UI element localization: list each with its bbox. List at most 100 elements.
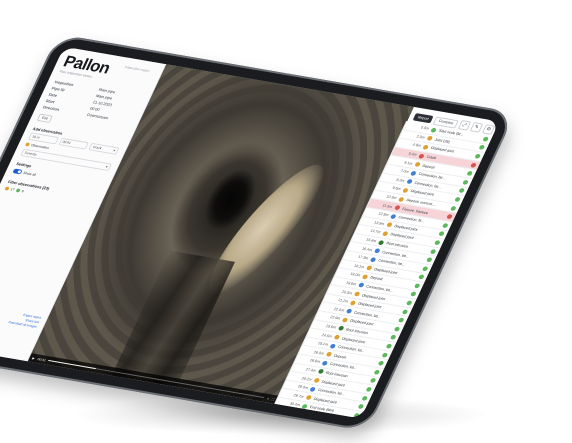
- volume-icon[interactable]: ◖: [266, 396, 270, 400]
- time-value: 00:41: [61, 139, 72, 145]
- chevron-down-icon: ▾: [104, 164, 109, 169]
- observation-distance: 17.3m: [357, 255, 369, 261]
- observation-status-icon: [470, 162, 478, 168]
- code-value: Crack: [92, 145, 103, 151]
- observation-distance: 9.6m: [391, 186, 402, 192]
- filter-count[interactable]: 17: [10, 187, 15, 191]
- observation-type-icon: [353, 291, 361, 297]
- observation-status-icon: [429, 248, 437, 254]
- observation-distance: 19.0m: [349, 272, 361, 278]
- observation-distance: 22.0m: [333, 306, 345, 313]
- observation-type-icon: [418, 153, 425, 159]
- time-field[interactable]: 00:41: [58, 137, 90, 150]
- observation-type-icon: [410, 170, 417, 176]
- observation-type-icon: [345, 308, 353, 314]
- observation-type-icon: [377, 239, 385, 245]
- play-icon[interactable]: ▶: [32, 356, 36, 360]
- observation-distance: 14.7m: [369, 229, 382, 235]
- export-links: Export report Share link Download all im…: [7, 311, 42, 329]
- observation-distance: 25.1m: [317, 341, 329, 347]
- observation-distance: 28.2m: [301, 376, 313, 382]
- observation-type-icon: [341, 317, 349, 323]
- observation-type-icon: [337, 325, 345, 332]
- observation-distance: 18.1m: [353, 263, 365, 270]
- observation-distance: 22.9m: [329, 315, 341, 321]
- edit-button[interactable]: Edit: [36, 113, 54, 123]
- observation-status-icon: [425, 257, 433, 263]
- observation-distance: 26.0m: [313, 350, 325, 356]
- observation-status-icon: [353, 412, 361, 418]
- fullscreen-icon[interactable]: ⤢: [457, 120, 472, 131]
- observation-type-icon: [325, 351, 333, 358]
- toggle-label: Show all: [22, 170, 37, 177]
- observation-distance: 21.2m: [337, 298, 349, 304]
- observation-status-icon: [365, 386, 373, 393]
- observation-status-icon: [462, 179, 469, 185]
- observation-type-icon: [406, 179, 413, 185]
- observation-distance: 26.8m: [309, 358, 321, 365]
- observation-type-icon: [414, 161, 421, 168]
- observation-type-icon: [430, 127, 438, 133]
- observation-distance: 20.5m: [341, 289, 353, 296]
- observation-distance: 0.0m: [419, 125, 430, 131]
- observation-distance: 15.6m: [365, 237, 377, 244]
- observation-type-icon: [329, 343, 337, 349]
- observation-status-icon: [417, 274, 425, 280]
- observation-distance: 29.0m: [296, 384, 309, 390]
- observation-type-icon: [389, 213, 397, 220]
- observation-type-icon: [301, 403, 309, 409]
- observation-type-icon: [361, 274, 369, 280]
- observation-type-icon: [305, 395, 313, 401]
- severity-value: Severity: [23, 150, 38, 157]
- observation-type-icon: [398, 196, 405, 202]
- filter-count[interactable]: 6: [21, 189, 24, 193]
- code-field[interactable]: Crack ▾: [88, 142, 120, 155]
- observation-status-icon: [377, 360, 385, 367]
- observation-status-icon: [474, 153, 482, 159]
- observation-status-icon: [373, 369, 381, 375]
- observation-type-icon: [365, 265, 373, 271]
- observation-status-icon: [421, 265, 429, 272]
- observation-status-icon: [478, 144, 486, 151]
- observation-type-icon: [313, 377, 321, 384]
- observation-status-icon: [385, 343, 393, 349]
- distance-value: 10 m: [31, 134, 41, 140]
- inspection-meta: Inspection Main pipe Pipe ID Main pipe D…: [36, 79, 145, 136]
- observation-type-icon: [422, 144, 429, 150]
- observation-distance: 19.8m: [345, 281, 357, 287]
- observation-status-icon: [397, 317, 405, 323]
- observation-status-icon: [389, 334, 397, 341]
- observation-distance: 11.5m: [381, 203, 394, 209]
- observation-distance: 7.0m: [399, 169, 410, 175]
- observation-status-icon: [357, 404, 365, 410]
- observation-status-icon: [466, 170, 473, 177]
- observation-status-icon: [405, 300, 413, 306]
- observation-status-icon: [409, 291, 417, 298]
- observation-distance: 16.4m: [361, 246, 373, 252]
- observation-distance: 29.7m: [292, 393, 305, 399]
- observation-distance: 27.4m: [305, 367, 317, 373]
- show-all-toggle-row[interactable]: Show all: [12, 168, 37, 176]
- observation-status-icon: [446, 214, 453, 220]
- observation-chip-label: Observation: [30, 143, 50, 150]
- filter-chips: 17 6: [4, 186, 24, 193]
- show-all-toggle[interactable]: [12, 168, 23, 175]
- edit-icon[interactable]: ✎: [469, 122, 484, 133]
- observation-status-icon: [381, 352, 389, 358]
- observation-type-icon: [426, 136, 433, 142]
- observation-type-icon: [333, 334, 341, 340]
- observation-distance: 24.5m: [321, 332, 333, 339]
- observation-distance: 8.2m: [395, 177, 406, 183]
- observation-status-icon: [401, 309, 409, 315]
- observation-type-icon: [369, 256, 377, 263]
- observation-type-icon: [317, 369, 325, 375]
- observation-distance: 6.1m: [403, 160, 414, 166]
- observation-status-icon: [442, 222, 449, 228]
- observation-status-icon: [369, 378, 377, 384]
- observation-type-icon: [402, 187, 409, 194]
- observation-distance: 23.6m: [325, 324, 337, 330]
- observation-status-icon: [413, 283, 421, 289]
- observation-status-icon: [482, 136, 490, 142]
- observation-type-icon: [385, 222, 393, 228]
- settings-icon[interactable]: ⚙: [481, 124, 496, 135]
